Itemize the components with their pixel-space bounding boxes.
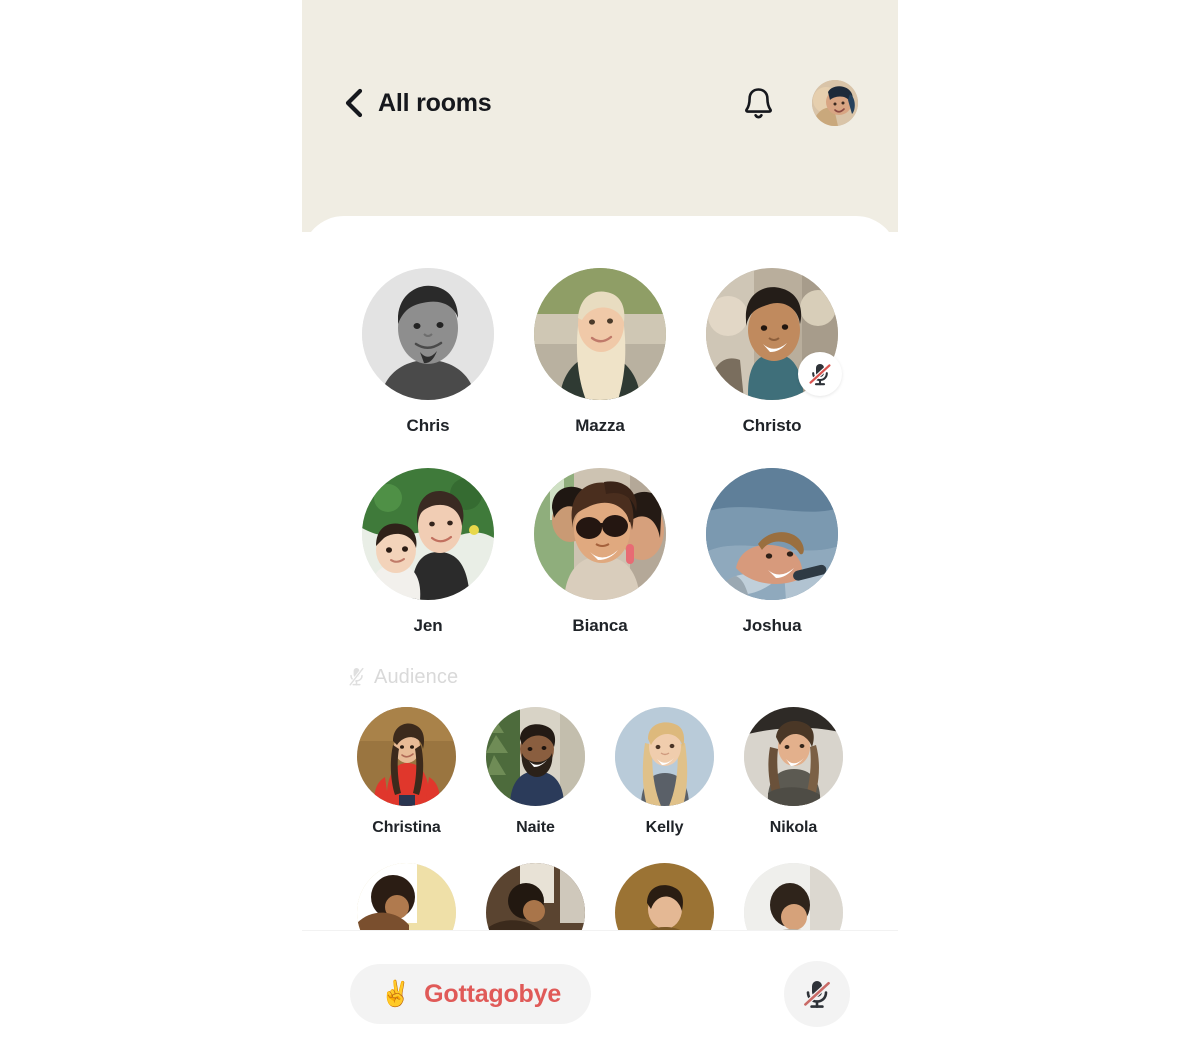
audience-section-header: Audience [348,666,858,689]
peace-hand-icon: ✌️ [380,979,412,1008]
speaker-name: Bianca [572,616,628,635]
avatar-image [362,468,494,600]
leave-room-label: Gottagobye [424,979,562,1008]
avatar-image [362,268,494,400]
app-root: All rooms Chris Mazza Christo Jen Bianca… [0,0,1200,1057]
bottom-action-bar: ✌️ Gottagobye [302,930,898,1057]
audience-member-name: Naite [516,819,555,836]
mic-off-icon [808,363,832,386]
leave-room-button[interactable]: ✌️ Gottagobye [350,964,592,1024]
audience-member[interactable]: Christina [342,707,471,837]
speaker-name: Christo [742,416,802,435]
avatar [534,468,666,600]
room-sheet: Chris Mazza Christo Jen Bianca Joshua Au… [302,216,898,1057]
speaker-tile[interactable]: Jen [342,468,514,636]
speaker-grid: Chris Mazza Christo Jen Bianca Joshua [342,268,858,636]
avatar [486,863,585,930]
bell-icon[interactable] [743,86,774,120]
mic-toggle-button[interactable] [784,961,850,1027]
page-title: All rooms [378,88,492,117]
avatar-image [534,268,666,400]
speaker-name: Mazza [575,416,625,435]
avatar [362,268,494,400]
speaker-avatar-wrap [534,468,666,600]
audience-member-name: Christina [372,819,441,836]
mute-badge [798,352,842,396]
avatar [744,707,843,806]
avatar [362,468,494,600]
speaker-tile[interactable]: Mazza [514,268,686,436]
avatar [486,707,585,806]
avatar-image [357,863,456,930]
audience-member[interactable] [729,863,858,930]
phone-screen: All rooms Chris Mazza Christo Jen Bianca… [302,0,898,1057]
avatar-image [744,863,843,930]
audience-member[interactable]: Nikola [729,707,858,837]
speaker-tile[interactable]: Joshua [686,468,858,636]
avatar-image [706,468,838,600]
avatar [706,468,838,600]
avatar-image [486,863,585,930]
avatar [744,863,843,930]
avatar [357,707,456,806]
speaker-name: Jen [413,616,443,635]
audience-member-name: Kelly [645,819,684,836]
speaker-avatar-wrap [362,268,494,400]
app-header: All rooms [302,0,898,232]
audience-member[interactable] [600,863,729,930]
speaker-tile[interactable]: Chris [342,268,514,436]
avatar [534,268,666,400]
avatar[interactable] [812,80,858,126]
audience-member-name: Nikola [769,819,818,836]
speaker-name: Chris [406,416,450,435]
avatar-image [615,707,714,806]
speaker-name: Joshua [742,616,802,635]
audience-member[interactable]: Naite [471,707,600,837]
avatar-image [744,707,843,806]
audience-label: Audience [374,666,459,688]
speaker-avatar-wrap [534,268,666,400]
mic-off-icon [348,667,365,687]
audience-grid: Christina Naite Kelly Nikola [342,707,858,837]
speaker-avatar-wrap [362,468,494,600]
speaker-tile[interactable]: Bianca [514,468,686,636]
audience-member[interactable] [471,863,600,930]
audience-member[interactable] [342,863,471,930]
speaker-avatar-wrap [706,268,842,400]
avatar-image [615,863,714,930]
audience-grid-partial [342,863,858,930]
avatar-image [534,468,666,600]
avatar-image [486,707,585,806]
avatar-image [357,707,456,806]
room-scroll-area[interactable]: Chris Mazza Christo Jen Bianca Joshua Au… [302,216,898,930]
audience-member[interactable]: Kelly [600,707,729,837]
header-actions [743,80,858,126]
speaker-avatar-wrap [706,468,838,600]
header-row: All rooms [342,78,858,128]
avatar [357,863,456,930]
avatar [615,863,714,930]
back-button[interactable]: All rooms [342,88,492,118]
avatar-image [812,80,858,126]
chevron-left-icon [345,88,363,118]
avatar [615,707,714,806]
speaker-tile[interactable]: Christo [686,268,858,436]
mic-off-icon [802,980,832,1008]
